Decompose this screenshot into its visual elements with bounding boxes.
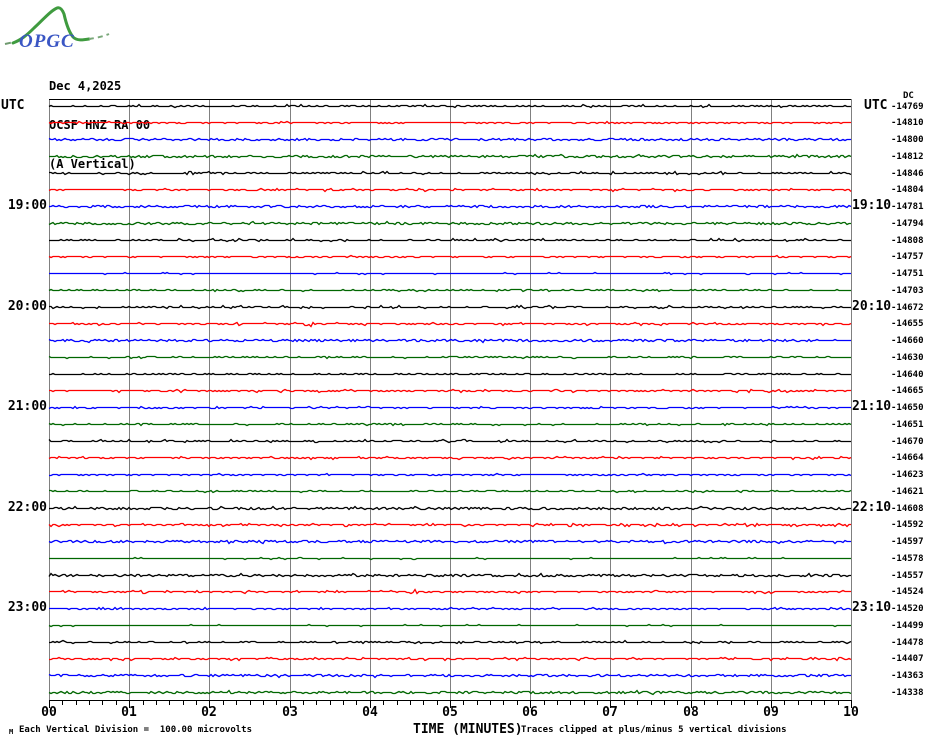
hour-label-left: 22:00 <box>7 500 47 515</box>
dc-offset-value: -14769 <box>891 102 924 112</box>
dc-offset-value: -14363 <box>891 671 924 681</box>
x-tick-label: 05 <box>442 705 458 720</box>
hour-label-left: 20:00 <box>7 299 47 314</box>
dc-offset-value: -14630 <box>891 353 924 363</box>
dc-offset-value: -14621 <box>891 487 924 497</box>
dc-offset-value: -14846 <box>891 169 924 179</box>
dc-offset-value: -14578 <box>891 554 924 564</box>
dc-offset-value: -14703 <box>891 286 924 296</box>
hour-label-right: 21:10 <box>852 399 892 414</box>
dc-offset-value: -14781 <box>891 202 924 212</box>
x-tick-label: 09 <box>763 705 779 720</box>
scale-note: Each Vertical Division = 100.00 microvol… <box>19 725 252 735</box>
dc-offset-value: -14338 <box>891 688 924 698</box>
scale-marker: M <box>9 728 14 736</box>
x-tick-label: 10 <box>843 705 859 720</box>
dc-offset-value: -14608 <box>891 504 924 514</box>
dc-offset-value: -14660 <box>891 336 924 346</box>
dc-offset-value: -14751 <box>891 269 924 279</box>
x-tick-label: 02 <box>201 705 217 720</box>
hour-label-right: 20:10 <box>852 299 892 314</box>
dc-offset-value: -14640 <box>891 370 924 380</box>
dc-offset-value: -14794 <box>891 219 924 229</box>
x-tick-label: 06 <box>522 705 538 720</box>
dc-offset-value: -14557 <box>891 571 924 581</box>
dc-offset-value: -14672 <box>891 303 924 313</box>
dc-offset-value: -14407 <box>891 654 924 664</box>
hour-label-left: 19:00 <box>7 198 47 213</box>
x-tick-label: 03 <box>282 705 298 720</box>
hour-label-right: 19:10 <box>852 198 892 213</box>
x-tick-label: 01 <box>121 705 137 720</box>
dc-offset-value: -14664 <box>891 453 924 463</box>
x-tick-label: 07 <box>602 705 618 720</box>
x-tick-label: 00 <box>41 705 57 720</box>
dc-offset-value: -14597 <box>891 537 924 547</box>
dc-offset-value: -14499 <box>891 621 924 631</box>
dc-offset-value: -14478 <box>891 638 924 648</box>
dc-offset-value: -14650 <box>891 403 924 413</box>
helicorder-plot <box>48 99 852 708</box>
dc-offset-value: -14655 <box>891 319 924 329</box>
dc-offset-value: -14623 <box>891 470 924 480</box>
clip-note: Traces clipped at plus/minus 5 vertical … <box>521 725 787 735</box>
x-tick-label: 08 <box>683 705 699 720</box>
dc-offset-value: -14651 <box>891 420 924 430</box>
hour-label-right: 22:10 <box>852 500 892 515</box>
dc-offset-value: -14812 <box>891 152 924 162</box>
dc-offset-value: -14757 <box>891 252 924 262</box>
dc-offset-value: -14592 <box>891 520 924 530</box>
dc-offset-value: -14804 <box>891 185 924 195</box>
dc-offset-value: -14810 <box>891 118 924 128</box>
dc-offset-value: -14524 <box>891 587 924 597</box>
hour-label-left: 21:00 <box>7 399 47 414</box>
dc-offset-value: -14670 <box>891 437 924 447</box>
dc-offset-value: -14808 <box>891 236 924 246</box>
hour-label-right: 23:10 <box>852 600 892 615</box>
hour-label-left: 23:00 <box>7 600 47 615</box>
dc-offset-value: -14665 <box>891 386 924 396</box>
helicorder-screen: OPGC Dec 4,2025 OCSF HNZ RA 00 (A Vertic… <box>0 0 930 744</box>
x-axis-title: TIME (MINUTES) <box>413 722 523 737</box>
seismo-trace <box>49 372 851 376</box>
x-tick-label: 04 <box>362 705 378 720</box>
dc-offset-value: -14520 <box>891 604 924 614</box>
dc-offset-value: -14800 <box>891 135 924 145</box>
